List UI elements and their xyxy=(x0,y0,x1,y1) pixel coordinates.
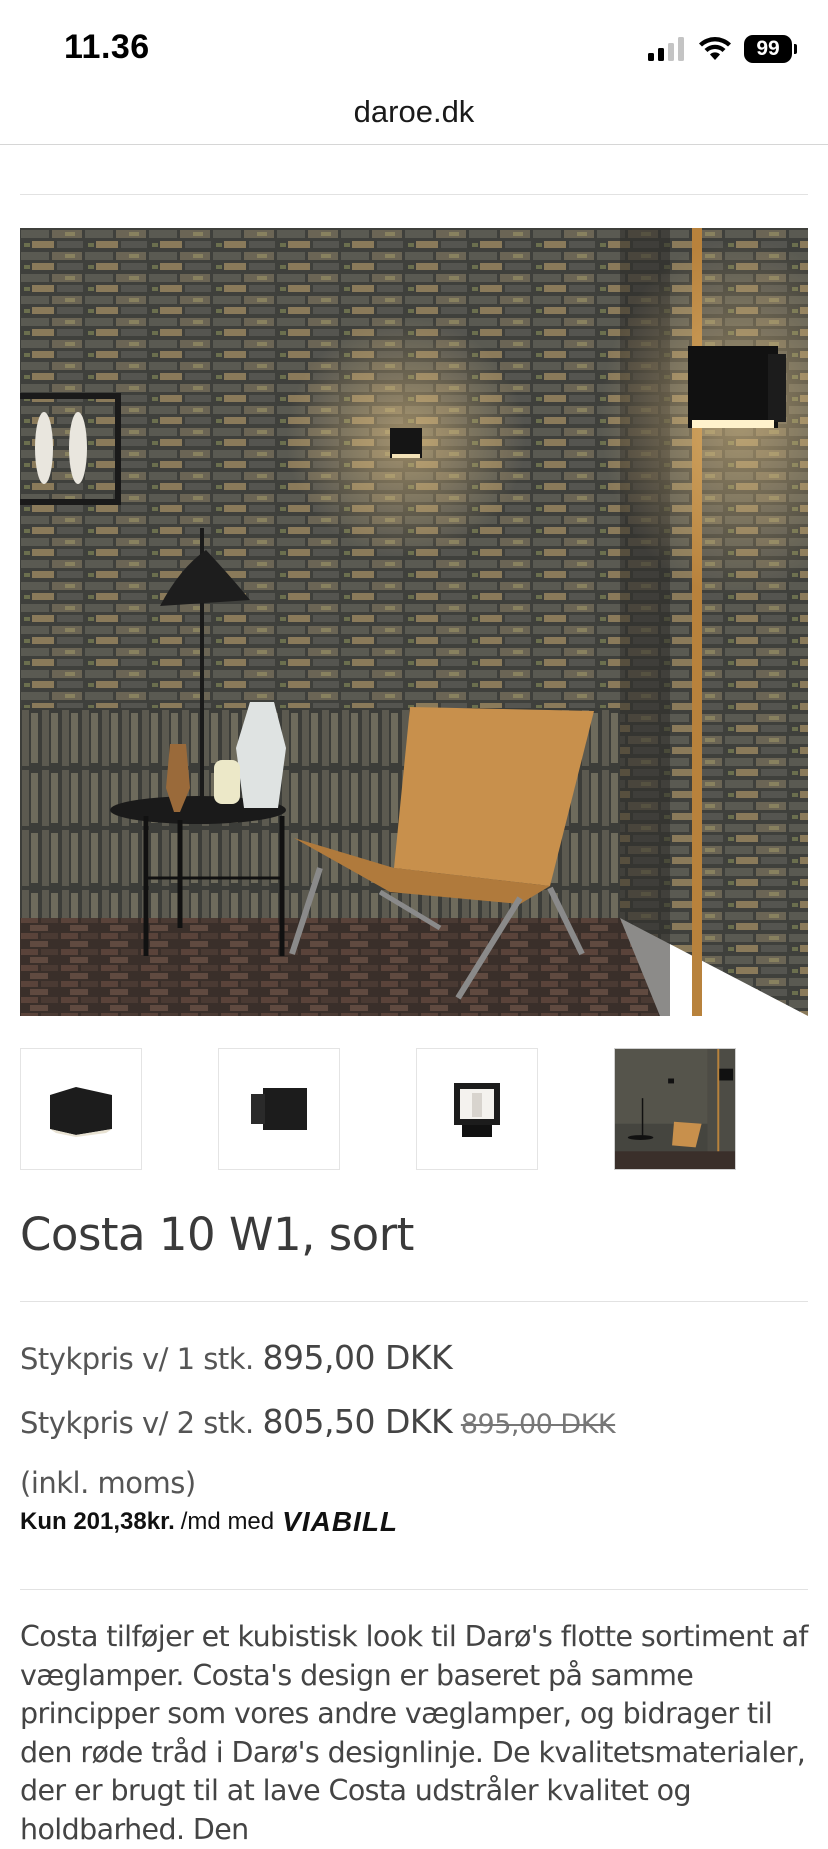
product-main-image[interactable] xyxy=(20,228,808,1016)
top-divider xyxy=(20,194,808,195)
product-description: Costa tilføjer et kubistisk look til Dar… xyxy=(20,1620,808,1846)
status-time: 11.36 xyxy=(64,28,150,66)
price-2-value: 805,50 DKK xyxy=(262,1402,453,1441)
battery-icon: 99 xyxy=(744,35,797,63)
viabill-financing[interactable]: Kun 201,38kr. /md med VIABILL xyxy=(20,1506,398,1538)
status-icons: 99 xyxy=(648,34,797,64)
thumbnail-room-scene[interactable] xyxy=(614,1048,736,1170)
thumbnail-lamp-side[interactable] xyxy=(218,1048,340,1170)
price-1-label: Stykpris v/ 1 stk. xyxy=(20,1342,254,1376)
viabill-logo: VIABILL xyxy=(282,1506,399,1537)
room-scene-thumbnail-image xyxy=(615,1049,735,1169)
wifi-icon xyxy=(699,37,731,60)
url-bar[interactable]: daroe.dk xyxy=(0,92,828,145)
price-2-label: Stykpris v/ 2 stk. xyxy=(20,1406,254,1440)
price-2-old-value: 895,00 DKK xyxy=(460,1409,616,1440)
lamp-front-icon xyxy=(50,1087,112,1137)
lamp-side-icon xyxy=(251,1088,307,1130)
cellular-signal-icon xyxy=(648,37,684,61)
price-divider xyxy=(20,1589,808,1590)
price-2-unit: Stykpris v/ 2 stk. 805,50 DKK 895,00 DKK xyxy=(20,1402,616,1441)
vat-note: (inkl. moms) xyxy=(20,1466,196,1500)
lamp-top-icon xyxy=(454,1083,500,1137)
price-1-value: 895,00 DKK xyxy=(262,1338,453,1377)
viabill-suffix: /md med xyxy=(180,1508,275,1535)
product-title: Costa 10 W1, sort xyxy=(20,1208,414,1261)
room-scene-illustration xyxy=(20,228,808,1016)
viabill-amount: Kun 201,38kr. xyxy=(20,1508,175,1535)
price-1-unit: Stykpris v/ 1 stk. 895,00 DKK xyxy=(20,1338,453,1377)
title-divider xyxy=(20,1301,808,1302)
status-bar: 11.36 99 xyxy=(0,0,828,92)
thumbnail-lamp-front[interactable] xyxy=(20,1048,142,1170)
thumbnail-lamp-top[interactable] xyxy=(416,1048,538,1170)
